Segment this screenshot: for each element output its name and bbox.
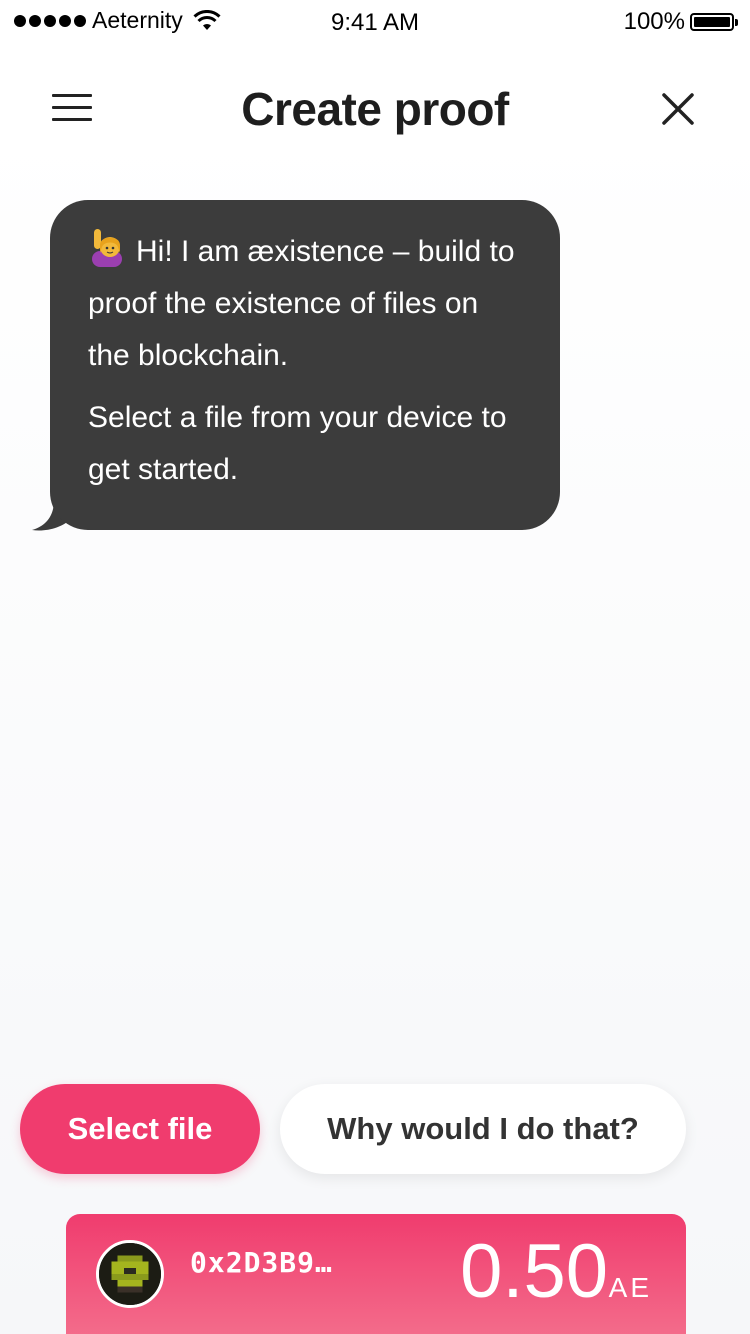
person-raising-hand-icon xyxy=(92,229,122,267)
battery-icon xyxy=(690,13,734,31)
identicon-icon xyxy=(99,1243,161,1305)
chat-intro-text: Hi! I am æxistence – build to proof the … xyxy=(88,235,515,372)
status-bar: Aeternity 9:41 AM 100% xyxy=(0,0,750,40)
account-card[interactable]: 0x2D3B9… 0.50 AE xyxy=(66,1214,686,1334)
close-icon[interactable] xyxy=(656,87,700,131)
avatar xyxy=(96,1240,164,1308)
account-address: 0x2D3B9… xyxy=(190,1246,333,1279)
select-file-button[interactable]: Select file xyxy=(20,1084,260,1174)
account-balance: 0.50 xyxy=(460,1229,608,1314)
chat-bubble: Hi! I am æxistence – build to proof the … xyxy=(50,200,560,530)
battery-percentage: 100% xyxy=(623,8,685,35)
currency-label: AE xyxy=(608,1272,652,1303)
header: Create proof xyxy=(0,70,750,150)
chat-message-intro: Hi! I am æxistence – build to proof the … xyxy=(88,226,522,382)
battery-nub xyxy=(735,18,738,26)
page-title: Create proof xyxy=(241,83,509,135)
chat-message-instruction: Select a file from your device to get st… xyxy=(88,401,507,486)
status-right: 100% xyxy=(624,8,738,36)
why-button[interactable]: Why would I do that? xyxy=(280,1084,686,1174)
